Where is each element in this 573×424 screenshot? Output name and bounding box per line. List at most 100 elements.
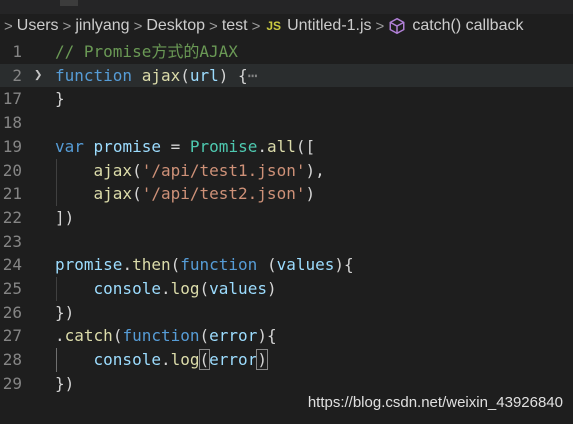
line-number: 19 xyxy=(2,136,22,156)
line-number: 20 xyxy=(2,160,22,180)
method-name: all xyxy=(266,136,296,156)
line-number: 22 xyxy=(2,207,22,227)
punctuation: ([ xyxy=(295,136,316,156)
code-text: console.log(values) xyxy=(55,277,277,301)
code-line[interactable]: 23 xyxy=(0,230,573,254)
punctuation: ) xyxy=(305,184,316,204)
breadcrumb-symbol[interactable]: catch() callback xyxy=(412,17,523,35)
punctuation: . xyxy=(122,255,133,275)
line-number: 1 xyxy=(12,42,22,61)
line-number: 18 xyxy=(2,113,22,133)
line-number: 23 xyxy=(2,231,22,251)
punctuation: ( xyxy=(199,326,210,346)
breadcrumb-separator: > xyxy=(209,17,218,35)
code-text: ]) xyxy=(55,206,74,230)
code-text: .catch(function(error){ xyxy=(55,324,277,348)
line-number: 26 xyxy=(2,302,22,322)
punctuation: . xyxy=(160,279,171,298)
code-line[interactable]: 18 xyxy=(0,111,573,135)
code-text: } xyxy=(55,87,65,111)
code-line[interactable]: 29 }) xyxy=(0,372,573,396)
breadcrumb-separator: > xyxy=(375,17,385,35)
string-literal: '/api/test2.json' xyxy=(141,184,306,204)
line-number: 24 xyxy=(2,255,22,275)
matched-bracket: ( xyxy=(198,349,211,371)
punctuation: ){ xyxy=(334,255,354,275)
punctuation: ( xyxy=(112,326,123,346)
code-text: // Promise方式的AJAX xyxy=(55,40,238,64)
punctuation: ( xyxy=(199,279,210,298)
code-line[interactable]: 19 var promise = Promise.all([ xyxy=(0,135,573,159)
punctuation: ) { xyxy=(218,65,248,85)
punctuation: ), xyxy=(305,160,325,180)
punctuation: }) xyxy=(55,373,75,393)
parameter: url xyxy=(189,65,219,85)
string-literal: '/api/test1.json' xyxy=(141,160,306,180)
breadcrumb-users[interactable]: Users xyxy=(17,17,59,35)
punctuation: ( xyxy=(266,255,277,275)
punctuation: . xyxy=(55,326,65,346)
argument: error xyxy=(209,350,258,370)
indent-guide xyxy=(56,158,57,206)
fold-chevron-icon[interactable]: ❯ xyxy=(34,64,42,88)
code-line[interactable]: 1 // Promise方式的AJAX xyxy=(0,40,573,64)
punctuation: } xyxy=(55,89,65,109)
comment: // Promise方式的AJAX xyxy=(55,42,238,61)
code-editor[interactable]: 1 // Promise方式的AJAX 2 ❯ function ajax(ur… xyxy=(0,40,573,424)
code-text: promise.then(function (values){ xyxy=(55,253,354,277)
keyword: function xyxy=(180,255,258,275)
object-name: console xyxy=(93,350,161,370)
code-line[interactable]: 17 } xyxy=(0,87,573,111)
method-name: log xyxy=(170,350,200,370)
object-name: console xyxy=(93,279,161,298)
punctuation: ( xyxy=(132,184,142,204)
variable: promise xyxy=(55,255,123,275)
code-text: ajax('/api/test1.json'), xyxy=(55,159,325,183)
code-line[interactable]: 20 ajax('/api/test1.json'), xyxy=(0,159,573,183)
line-number: 17 xyxy=(2,89,22,109)
method-name: then xyxy=(132,255,171,275)
breadcrumb-desktop[interactable]: Desktop xyxy=(146,17,205,35)
code-line[interactable]: 21 ajax('/api/test2.json') xyxy=(0,182,573,206)
code-line[interactable]: 26 }) xyxy=(0,301,573,325)
punctuation: . xyxy=(160,350,171,370)
punctuation: }) xyxy=(55,302,75,322)
tab-strip xyxy=(0,0,573,14)
breadcrumb: > Users > jinlyang > Desktop > test > JS… xyxy=(0,14,573,38)
method-name: log xyxy=(170,279,200,298)
code-line-folded[interactable]: 2 ❯ function ajax(url) {⋯ xyxy=(0,63,573,88)
code-text: console.log(error) xyxy=(55,348,268,372)
code-text: }) xyxy=(55,372,74,396)
js-file-icon: JS xyxy=(266,19,282,33)
code-text: }) xyxy=(55,301,74,325)
punctuation: ){ xyxy=(257,326,277,346)
breadcrumb-test[interactable]: test xyxy=(222,17,248,35)
keyword: function xyxy=(122,326,200,346)
fold-ellipsis[interactable]: ⋯ xyxy=(248,66,258,85)
punctuation: ( xyxy=(180,65,190,85)
breadcrumb-separator: > xyxy=(62,17,72,35)
code-line[interactable]: 24 promise.then(function (values){ xyxy=(0,253,573,277)
breadcrumb-separator: > xyxy=(4,17,13,35)
argument: values xyxy=(209,279,267,298)
code-line[interactable]: 25 console.log(values) xyxy=(0,277,573,301)
indent-guide xyxy=(56,277,57,301)
method-name: catch xyxy=(64,326,113,346)
punctuation: . xyxy=(257,136,267,156)
tab-stub[interactable] xyxy=(60,0,78,6)
code-line[interactable]: 22 ]) xyxy=(0,206,573,230)
indent-guide-active xyxy=(56,348,57,372)
keyword: var xyxy=(55,136,84,156)
line-number: 25 xyxy=(2,279,22,298)
line-number: 28 xyxy=(2,350,22,370)
breadcrumb-jinlyang[interactable]: jinlyang xyxy=(75,17,129,35)
breadcrumb-separator: > xyxy=(251,17,261,35)
code-line[interactable]: 27 .catch(function(error){ xyxy=(0,324,573,348)
breadcrumb-separator: > xyxy=(133,17,143,35)
line-number: 2 xyxy=(12,65,22,85)
function-name: ajax xyxy=(141,65,181,85)
breadcrumb-file[interactable]: Untitled-1.js xyxy=(287,17,371,35)
keyword: function xyxy=(55,65,133,85)
matched-bracket: ) xyxy=(256,349,268,371)
code-line-current[interactable]: 28 console.log(error) xyxy=(0,348,573,372)
